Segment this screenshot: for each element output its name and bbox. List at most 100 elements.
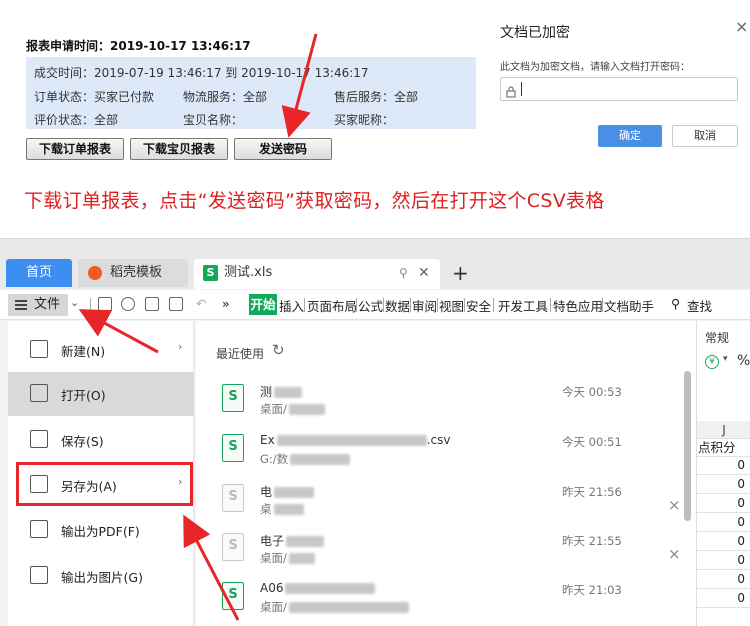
print-icon[interactable] — [145, 297, 159, 311]
tab-spreadsheet[interactable]: S 测试.xls ⚲ ✕ — [194, 259, 440, 289]
redacted-text — [286, 536, 325, 547]
tab-review[interactable]: 审阅 — [412, 296, 437, 315]
recent-file-row[interactable]: S 电子 桌面/昨天 21:55 × — [196, 525, 686, 573]
sheet-cell[interactable]: 0 — [697, 533, 750, 551]
send-password-button[interactable]: 发送密码 — [234, 138, 332, 160]
image-icon — [30, 566, 48, 584]
tab-formula[interactable]: 公式 — [358, 296, 383, 315]
file-name: A06 — [260, 581, 376, 595]
tab-security[interactable]: 安全 — [466, 296, 491, 315]
header-cell[interactable]: 点积分 — [697, 439, 750, 457]
tab-view[interactable]: 视图 — [439, 296, 464, 315]
sheet-cell[interactable]: 0 — [697, 495, 750, 513]
tab-developer-tools[interactable]: 开发工具 — [498, 296, 548, 315]
redacted-text — [273, 504, 304, 515]
spreadsheet-file-icon: S — [222, 582, 244, 610]
divider — [602, 298, 603, 312]
sheet-cell[interactable]: 0 — [697, 514, 750, 532]
wps-window: 首页 稻壳模板 S 测试.xls ⚲ ✕ + 文件 ⌄ ↶ » 开始 插入 页面… — [0, 238, 750, 626]
sidebar-item[interactable]: 打开(O) — [8, 372, 194, 416]
divider — [410, 298, 411, 312]
file-name-text: 测 — [260, 385, 273, 399]
password-input[interactable] — [500, 77, 738, 101]
recent-file-row[interactable]: S A06 桌面/昨天 21:03 — [196, 574, 686, 622]
file-name: 测 — [260, 383, 303, 400]
sidebar-item[interactable]: 输出为PDF(F) — [8, 508, 194, 552]
tab-label: 稻壳模板 — [110, 265, 163, 280]
recent-file-row[interactable]: S 电桌 昨天 21:56 × — [196, 476, 686, 524]
column-header-j[interactable]: J — [697, 421, 750, 439]
redacted-text — [274, 387, 303, 398]
tab-special-features[interactable]: 特色应用 — [553, 296, 603, 315]
sheet-cell[interactable]: 0 — [697, 552, 750, 570]
tab-page-layout[interactable]: 页面布局 — [307, 296, 357, 315]
number-format-select[interactable]: 常规 — [705, 329, 729, 346]
request-time-value: 2019-10-17 13:46:17 — [110, 39, 251, 53]
download-item-report-button[interactable]: 下载宝贝报表 — [130, 138, 228, 160]
redacted-text — [274, 487, 315, 498]
sidebar-item-label: 输出为PDF(F) — [61, 524, 140, 539]
percent-icon[interactable]: % — [737, 353, 750, 369]
sidebar-item[interactable]: 保存(S) — [8, 418, 194, 462]
file-name-text: 电子 — [260, 534, 285, 548]
tab-insert[interactable]: 插入 — [279, 296, 304, 315]
confirm-button[interactable]: 确定 — [598, 125, 662, 147]
sidebar-item[interactable]: 输出为图片(G) — [8, 554, 194, 598]
chevron-down-icon[interactable]: ⌄ — [70, 296, 79, 309]
file-name: Ex .csv — [260, 433, 450, 447]
tab-start[interactable]: 开始 — [249, 294, 277, 315]
sheet-cell[interactable]: 0 — [697, 571, 750, 589]
sidebar-item-label: 新建(N) — [61, 344, 106, 359]
more-icon[interactable]: » — [222, 296, 230, 311]
recent-file-row[interactable]: S Ex .csv G:/数 今天 00:51 — [196, 426, 686, 474]
export-icon[interactable] — [121, 297, 135, 311]
sheet-cell[interactable]: 0 — [697, 457, 750, 475]
scrollbar[interactable] — [684, 371, 691, 521]
redacted-text — [288, 553, 315, 564]
save-icon[interactable] — [98, 297, 112, 311]
undo-icon[interactable]: ↶ — [196, 296, 206, 311]
tab-doc-assistant[interactable]: 文档助手 — [604, 296, 654, 315]
remove-icon[interactable]: × — [668, 496, 681, 514]
close-icon[interactable]: × — [735, 17, 748, 36]
cancel-button[interactable]: 取消 — [672, 125, 738, 147]
sheet-cell[interactable]: 0 — [697, 590, 750, 608]
print-preview-icon[interactable] — [169, 297, 183, 311]
recent-heading: 最近使用 — [216, 347, 265, 361]
tab-docer-templates[interactable]: 稻壳模板 — [78, 259, 188, 287]
dialog-description: 此文档为加密文档，请输入文档打开密码： — [500, 62, 690, 73]
spreadsheet-icon: S — [203, 265, 218, 281]
recent-file-row[interactable]: S 测桌面/今天 00:53 — [196, 376, 686, 424]
search-icon[interactable]: ⚲ — [671, 296, 680, 311]
remove-icon[interactable]: × — [668, 545, 681, 563]
pin-icon[interactable]: ⚲ — [399, 259, 408, 287]
chevron-down-icon[interactable]: ▾ — [723, 354, 728, 364]
new-tab-button[interactable]: + — [452, 261, 469, 285]
text-caret — [521, 82, 522, 96]
redacted-text — [290, 454, 351, 465]
deal-time-range: 成交时间：2019-07-19 13:46:17 到 2019-10-17 13… — [34, 66, 369, 80]
redacted-text — [288, 602, 409, 613]
file-path-text: 桌 — [260, 502, 272, 516]
divider — [90, 298, 91, 312]
ribbon-toolbar: 文件 ⌄ ↶ » 开始 插入 页面布局 公式 数据 审阅 视图 安全 开发工具 … — [0, 290, 750, 320]
close-tab-icon[interactable]: ✕ — [418, 259, 430, 287]
download-order-report-button[interactable]: 下载订单报表 — [26, 138, 124, 160]
tab-bar: 首页 稻壳模板 S 测试.xls ⚲ ✕ + — [0, 239, 750, 289]
sidebar-item[interactable]: 新建(N) › — [8, 328, 194, 372]
review-status: 评价状态：全部 — [34, 113, 119, 127]
sidebar-item-label: 保存(S) — [61, 434, 104, 449]
file-menu-label: 文件 — [34, 297, 61, 312]
currency-icon[interactable]: ¥ — [705, 355, 719, 369]
sheet-cell[interactable]: 0 — [697, 476, 750, 494]
search-label[interactable]: 查找 — [687, 296, 712, 315]
tab-home[interactable]: 首页 — [6, 259, 72, 287]
report-filter-panel: 成交时间：2019-07-19 13:46:17 到 2019-10-17 13… — [26, 57, 476, 129]
divider — [493, 298, 494, 312]
file-menu-button[interactable]: 文件 — [8, 294, 68, 316]
file-time: 昨天 21:56 — [562, 485, 622, 499]
refresh-icon[interactable]: ↻ — [272, 341, 285, 359]
spreadsheet-area: 常规 ¥ ▾ % J 点积分 00000000 — [696, 321, 750, 626]
tab-data[interactable]: 数据 — [385, 296, 410, 315]
after-sale-service: 售后服务：全部 — [334, 90, 419, 104]
